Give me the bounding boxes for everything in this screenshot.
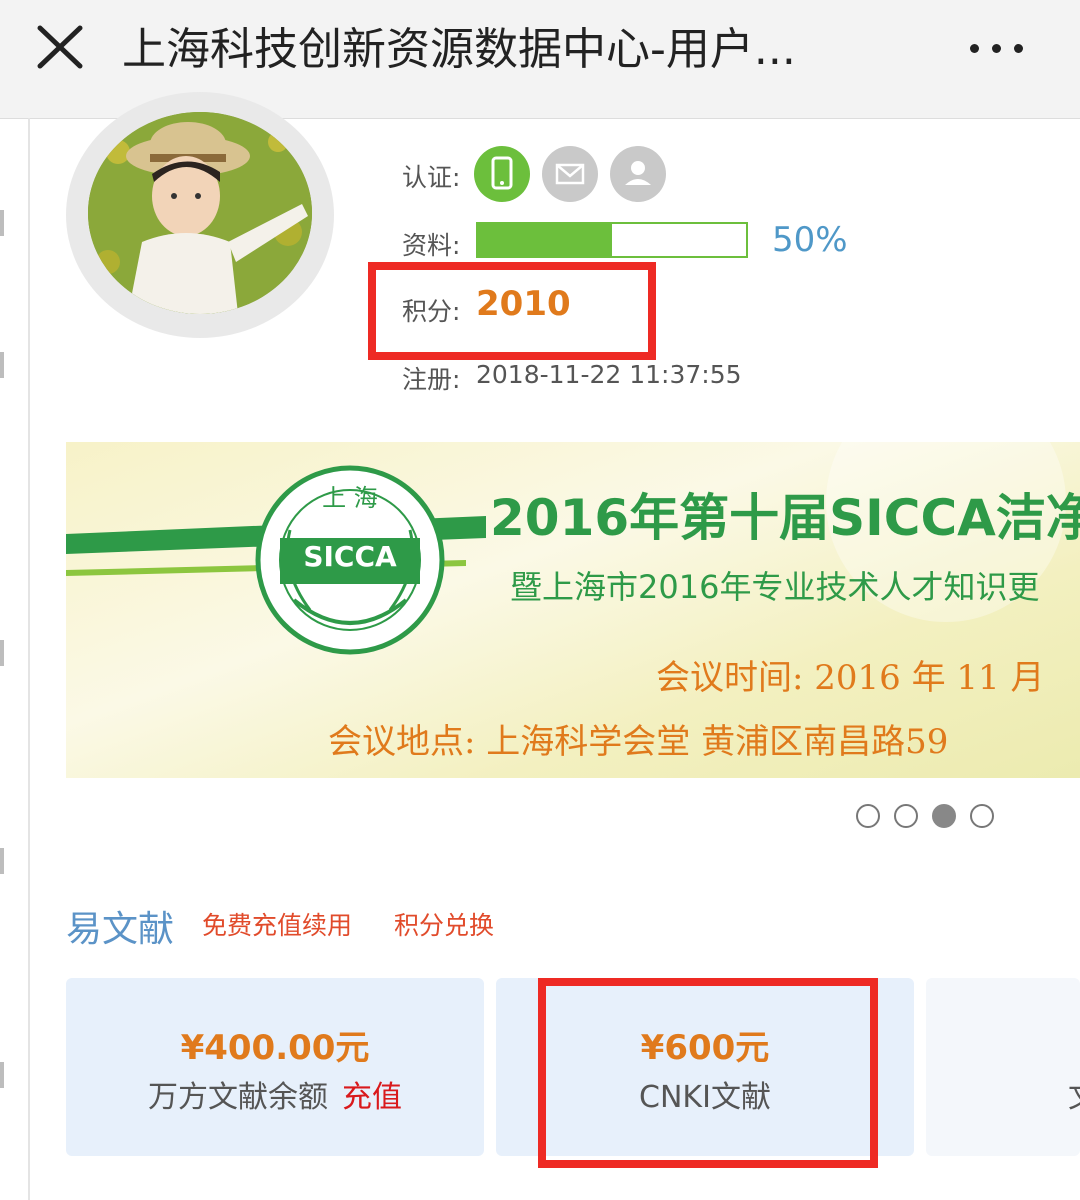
progress-fill <box>478 224 612 256</box>
user-icon <box>625 161 651 185</box>
left-divider <box>28 118 30 1200</box>
banner-subtitle: 暨上海市2016年专业技术人才知识更 <box>510 568 1040 606</box>
scroll-marker <box>0 352 4 378</box>
banner-location: 会议地点: 上海科学会堂 黄浦区南昌路59 <box>328 722 949 762</box>
completeness-percent: 50% <box>772 220 848 260</box>
carousel-dot[interactable] <box>894 804 918 828</box>
promo-banner[interactable]: 上 海 SICCA 2016年第十届SICCA洁净 暨上海市2016年专业技术人… <box>66 442 1080 778</box>
mail-icon <box>555 163 585 185</box>
banner-time: 会议时间: 2016 年 11 月 <box>656 658 1045 698</box>
close-icon <box>37 25 83 69</box>
recharge-link[interactable]: 充值 <box>342 1080 402 1115</box>
scroll-marker <box>0 1062 4 1088</box>
avatar-photo <box>88 112 312 314</box>
identity-verify-button[interactable] <box>610 146 666 202</box>
card-label: 万方文献余额 <box>148 1080 328 1115</box>
register-date: 2018-11-22 11:37:55 <box>476 360 742 389</box>
phone-verify-button[interactable] <box>474 146 530 202</box>
wanfang-balance-card[interactable]: ¥400.00元 万方文献余额 充值 <box>66 978 484 1156</box>
email-verify-button[interactable] <box>542 146 598 202</box>
profile-data-label: 资料: <box>402 231 461 260</box>
sicca-logo-text: SICCA <box>303 540 397 573</box>
profile-completeness-bar <box>476 222 748 258</box>
carousel-dot-active[interactable] <box>932 804 956 828</box>
sicca-logo-top: 上 海 <box>322 484 378 512</box>
page-title: 上海科技创新资源数据中心-用户... <box>122 24 796 75</box>
card-label: 文 <box>1068 1072 1080 1116</box>
banner-title: 2016年第十届SICCA洁净 <box>490 489 1080 547</box>
register-label: 注册: <box>402 365 461 394</box>
scroll-marker <box>0 210 4 236</box>
cert-label: 认证: <box>402 163 461 192</box>
phone-icon <box>491 156 513 190</box>
section-title: 易文献 <box>66 909 175 950</box>
scroll-marker <box>0 848 4 874</box>
cnki-highlight-box <box>538 978 878 1168</box>
more-menu-button[interactable] <box>958 24 1038 70</box>
close-button[interactable] <box>30 22 92 72</box>
points-exchange-link[interactable]: 积分兑换 <box>394 906 494 942</box>
more-icon <box>970 44 979 53</box>
third-card[interactable]: 文 <box>926 978 1080 1156</box>
free-recharge-link[interactable]: 免费充值续用 <box>202 906 352 942</box>
scroll-marker <box>0 640 4 666</box>
avatar[interactable] <box>88 112 312 314</box>
carousel-dot[interactable] <box>970 804 994 828</box>
points-highlight-box <box>368 262 656 360</box>
carousel-dot[interactable] <box>856 804 880 828</box>
card-amount: ¥400.00元 <box>180 1028 370 1068</box>
